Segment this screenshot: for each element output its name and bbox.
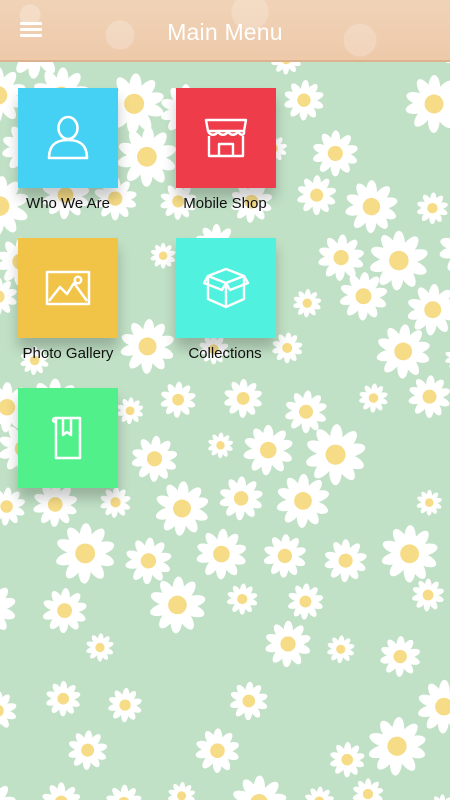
page-title: Main Menu xyxy=(167,19,283,45)
who-we-are-label: Who We Are xyxy=(26,195,110,212)
book-icon xyxy=(51,416,82,460)
photo-gallery-tile[interactable] xyxy=(18,238,118,338)
top-bar: Main Menu xyxy=(0,0,450,62)
mobile-shop-tile[interactable] xyxy=(176,88,276,188)
collections-tile[interactable] xyxy=(176,238,276,338)
who-we-are-tile[interactable] xyxy=(18,88,118,188)
photo-gallery-label: Photo Gallery xyxy=(22,345,114,362)
mobile-shop-label: Mobile Shop xyxy=(183,195,267,212)
book-tile[interactable] xyxy=(18,388,118,488)
image-icon xyxy=(45,270,91,306)
person-icon xyxy=(47,115,89,160)
collections-label: Collections xyxy=(188,345,262,362)
storefront-icon xyxy=(204,118,248,158)
box-icon xyxy=(202,267,250,309)
